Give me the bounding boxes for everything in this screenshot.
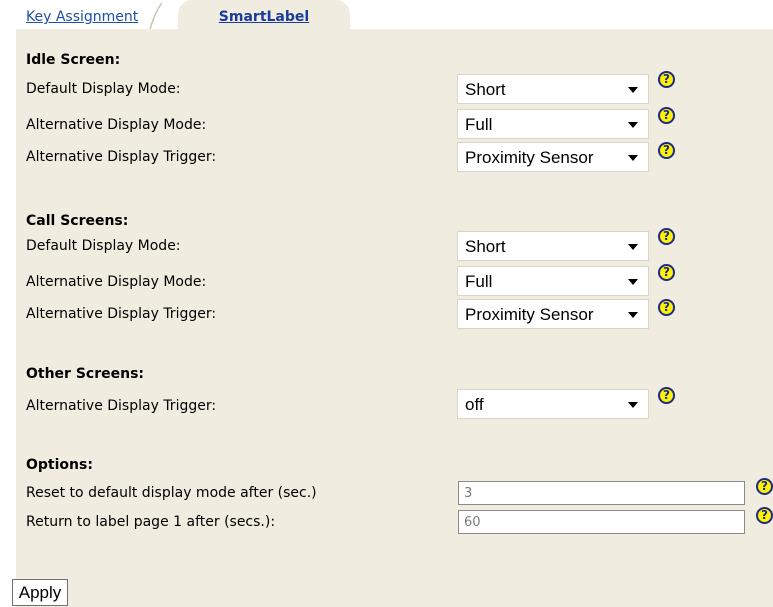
other-alt-trigger-select[interactable]: off [457, 389, 649, 419]
idle-default-mode-select[interactable]: Short [457, 74, 649, 104]
call-alt-mode-select[interactable]: Full [457, 266, 649, 296]
tab-smartlabel-label[interactable]: SmartLabel [219, 9, 309, 25]
options-title: Options: [26, 457, 93, 473]
tab-divider [149, 2, 163, 29]
help-icon[interactable]: ? [658, 228, 675, 245]
call-alt-trigger-select[interactable]: Proximity Sensor [457, 299, 649, 329]
help-icon[interactable]: ? [658, 71, 675, 88]
other-alt-trigger-value: off [465, 395, 484, 414]
help-icon[interactable]: ? [658, 107, 675, 124]
help-icon[interactable]: ? [756, 478, 773, 495]
help-icon[interactable]: ? [658, 299, 675, 316]
call-alt-trigger-label: Alternative Display Trigger: [26, 306, 217, 322]
help-icon[interactable]: ? [658, 387, 675, 404]
tab-key-assignment[interactable]: Key Assignment [16, 0, 163, 29]
idle-default-mode-value: Short [465, 80, 506, 99]
help-icon[interactable]: ? [658, 142, 675, 159]
idle-alt-mode-select[interactable]: Full [457, 109, 649, 139]
idle-alt-trigger-label: Alternative Display Trigger: [26, 149, 217, 165]
call-alt-mode-value: Full [465, 272, 493, 291]
call-alt-trigger-value: Proximity Sensor [465, 305, 594, 324]
chevron-down-icon [628, 244, 638, 250]
reset-timeout-label: Reset to default display mode after (sec… [26, 485, 317, 501]
call-default-mode-select[interactable]: Short [457, 231, 649, 261]
idle-alt-trigger-value: Proximity Sensor [465, 148, 594, 167]
other-screens-title: Other Screens: [26, 366, 145, 382]
chevron-down-icon [628, 122, 638, 128]
chevron-down-icon [628, 155, 638, 161]
smartlabel-panel: Idle Screen: Default Display Mode: Short… [16, 29, 773, 607]
reset-timeout-input[interactable]: 3 [458, 481, 745, 505]
apply-button[interactable]: Apply [12, 579, 68, 606]
help-icon[interactable]: ? [658, 264, 675, 281]
idle-default-mode-label: Default Display Mode: [26, 81, 181, 97]
chevron-down-icon [628, 402, 638, 408]
idle-screen-title: Idle Screen: [26, 52, 121, 68]
idle-alt-trigger-select[interactable]: Proximity Sensor [457, 142, 649, 172]
return-page-input[interactable]: 60 [458, 510, 745, 534]
call-alt-mode-label: Alternative Display Mode: [26, 274, 207, 290]
tab-smartlabel[interactable]: SmartLabel [178, 0, 350, 29]
idle-alt-mode-value: Full [465, 115, 493, 134]
chevron-down-icon [628, 87, 638, 93]
call-default-mode-value: Short [465, 237, 506, 256]
help-icon[interactable]: ? [756, 507, 773, 524]
call-default-mode-label: Default Display Mode: [26, 238, 181, 254]
other-alt-trigger-label: Alternative Display Trigger: [26, 398, 217, 414]
return-page-label: Return to label page 1 after (secs.): [26, 514, 276, 530]
chevron-down-icon [628, 279, 638, 285]
idle-alt-mode-label: Alternative Display Mode: [26, 117, 207, 133]
chevron-down-icon [628, 312, 638, 318]
tab-key-assignment-label[interactable]: Key Assignment [26, 9, 138, 25]
call-screens-title: Call Screens: [26, 213, 129, 229]
